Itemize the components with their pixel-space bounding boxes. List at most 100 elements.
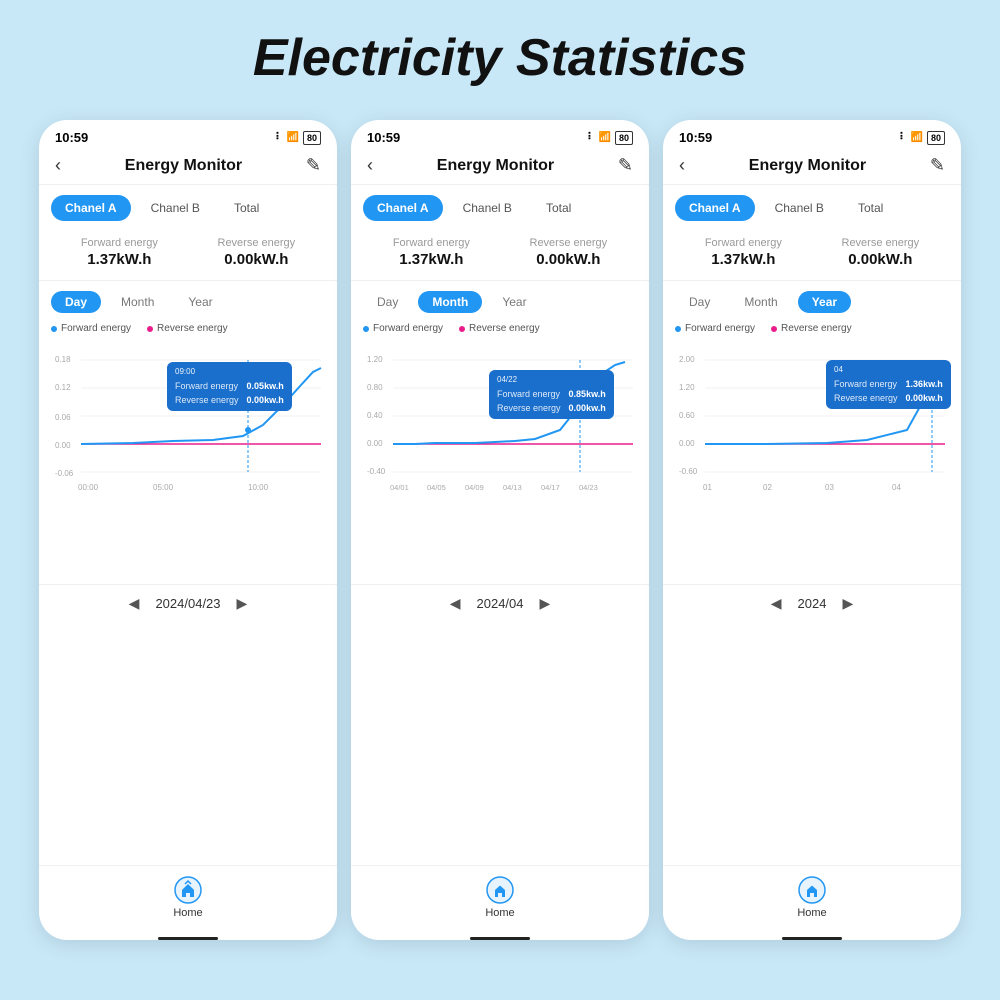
channel-tab-a-1[interactable]: Chanel A (51, 195, 131, 221)
period-day-2[interactable]: Day (363, 291, 412, 313)
reverse-value-3: 0.00kW.h (842, 251, 920, 268)
forward-value-1: 1.37kW.h (81, 251, 158, 268)
edit-btn-3[interactable]: ✎ (930, 155, 945, 176)
date-label-3: 2024 (798, 596, 827, 611)
channel-tab-total-3[interactable]: Total (844, 195, 897, 221)
legend-forward-label-3: Forward energy (685, 323, 755, 334)
date-next-2[interactable]: ▶ (540, 595, 551, 612)
period-tabs-1: Day Month Year (39, 281, 337, 319)
phones-container: 10:59 ⠇ 📶 80 ‹ Energy Monitor ✎ Chanel A… (0, 110, 1000, 940)
app-header-1: ‹ Energy Monitor ✎ (39, 149, 337, 185)
svg-text:00:00: 00:00 (78, 483, 99, 492)
legend-dot-blue-3 (675, 326, 681, 332)
tooltip-forward-label-2: Forward energy (497, 388, 560, 402)
home-nav-3[interactable]: Home (797, 876, 826, 919)
home-icon-3 (798, 876, 826, 904)
channel-tab-a-3[interactable]: Chanel A (675, 195, 755, 221)
svg-text:0.00: 0.00 (679, 439, 695, 448)
reverse-label-1: Reverse energy (218, 237, 296, 249)
date-next-3[interactable]: ▶ (842, 595, 853, 612)
tooltip-forward-val-2: 0.85kw.h (569, 388, 606, 402)
legend-dot-blue-1 (51, 326, 57, 332)
tooltip-reverse-label-2: Reverse energy (497, 402, 561, 416)
svg-text:0.60: 0.60 (679, 411, 695, 420)
channel-tab-b-1[interactable]: Chanel B (137, 195, 214, 221)
period-day-1[interactable]: Day (51, 291, 101, 313)
tooltip-reverse-label-1: Reverse energy (175, 394, 239, 408)
period-month-1[interactable]: Month (107, 291, 168, 313)
home-label-3: Home (797, 907, 826, 919)
svg-text:2.00: 2.00 (679, 355, 695, 364)
date-label-2: 2024/04 (477, 596, 524, 611)
date-prev-1[interactable]: ◀ (129, 595, 140, 612)
period-day-3[interactable]: Day (675, 291, 724, 313)
status-time-2: 10:59 (367, 130, 400, 145)
legend-forward-1: Forward energy (51, 323, 131, 334)
channel-tabs-1: Chanel A Chanel B Total (39, 185, 337, 229)
home-icon-2 (486, 876, 514, 904)
svg-text:0.18: 0.18 (55, 355, 71, 364)
date-nav-1: ◀ 2024/04/23 ▶ (39, 584, 337, 622)
status-bar-1: 10:59 ⠇ 📶 80 (39, 120, 337, 149)
period-year-2[interactable]: Year (488, 291, 540, 313)
forward-value-2: 1.37kW.h (393, 251, 470, 268)
signal-icon-2: ⠇ (587, 132, 594, 143)
date-next-1[interactable]: ▶ (237, 595, 248, 612)
svg-text:0.00: 0.00 (367, 439, 383, 448)
legend-dot-pink-3 (771, 326, 777, 332)
svg-text:04/13: 04/13 (503, 483, 522, 492)
legend-forward-label-1: Forward energy (61, 323, 131, 334)
tooltip-time-3: 04 (834, 364, 943, 376)
period-year-1[interactable]: Year (174, 291, 226, 313)
tooltip-reverse-label-3: Reverse energy (834, 392, 898, 406)
energy-values-1: Forward energy 1.37kW.h Reverse energy 0… (39, 229, 337, 281)
date-prev-3[interactable]: ◀ (771, 595, 782, 612)
tooltip-forward-val-3: 1.36kw.h (906, 378, 943, 392)
tooltip-reverse-val-1: 0.00kw.h (247, 394, 284, 408)
tooltip-reverse-val-3: 0.00kw.h (906, 392, 943, 406)
chart-area-1: 0.18 0.12 0.06 0.00 -0.06 (47, 340, 329, 584)
home-nav-2[interactable]: Home (485, 876, 514, 919)
channel-tab-total-2[interactable]: Total (532, 195, 585, 221)
period-year-3[interactable]: Year (798, 291, 851, 313)
date-prev-2[interactable]: ◀ (450, 595, 461, 612)
tooltip-forward-label-3: Forward energy (834, 378, 897, 392)
svg-text:01: 01 (703, 483, 712, 492)
wifi-icon-3: 📶 (911, 132, 923, 143)
period-month-2[interactable]: Month (418, 291, 482, 313)
status-icons-3: ⠇ 📶 80 (899, 131, 945, 145)
status-icons-1: ⠇ 📶 80 (275, 131, 321, 145)
legend-reverse-label-3: Reverse energy (781, 323, 852, 334)
svg-text:0.80: 0.80 (367, 383, 383, 392)
reverse-energy-1: Reverse energy 0.00kW.h (218, 237, 296, 268)
status-bar-2: 10:59 ⠇ 📶 80 (351, 120, 649, 149)
channel-tab-b-3[interactable]: Chanel B (761, 195, 838, 221)
reverse-energy-2: Reverse energy 0.00kW.h (530, 237, 608, 268)
spacer-3 (663, 622, 961, 866)
svg-text:04: 04 (892, 483, 901, 492)
legend-2: Forward energy Reverse energy (351, 319, 649, 340)
bottom-bar-1 (158, 937, 218, 940)
channel-tab-b-2[interactable]: Chanel B (449, 195, 526, 221)
home-nav-1[interactable]: Home (173, 876, 202, 919)
tooltip-1: 09:00 Forward energy 0.05kw.h Reverse en… (167, 362, 292, 411)
channel-tab-total-1[interactable]: Total (220, 195, 273, 221)
channel-tab-a-2[interactable]: Chanel A (363, 195, 443, 221)
home-label-1: Home (173, 907, 202, 919)
edit-btn-1[interactable]: ✎ (306, 155, 321, 176)
svg-text:1.20: 1.20 (367, 355, 383, 364)
tooltip-forward-row-1: Forward energy 0.05kw.h (175, 380, 284, 394)
edit-btn-2[interactable]: ✎ (618, 155, 633, 176)
svg-text:1.20: 1.20 (679, 383, 695, 392)
reverse-value-1: 0.00kW.h (218, 251, 296, 268)
home-icon-1 (174, 876, 202, 904)
legend-reverse-label-2: Reverse energy (469, 323, 540, 334)
tooltip-forward-row-3: Forward energy 1.36kw.h (834, 378, 943, 392)
app-header-2: ‹ Energy Monitor ✎ (351, 149, 649, 185)
wifi-icon-2: 📶 (599, 132, 611, 143)
tooltip-forward-val-1: 0.05kw.h (247, 380, 284, 394)
bottom-bar-3 (782, 937, 842, 940)
energy-values-2: Forward energy 1.37kW.h Reverse energy 0… (351, 229, 649, 281)
svg-text:10:00: 10:00 (248, 483, 269, 492)
period-month-3[interactable]: Month (730, 291, 791, 313)
